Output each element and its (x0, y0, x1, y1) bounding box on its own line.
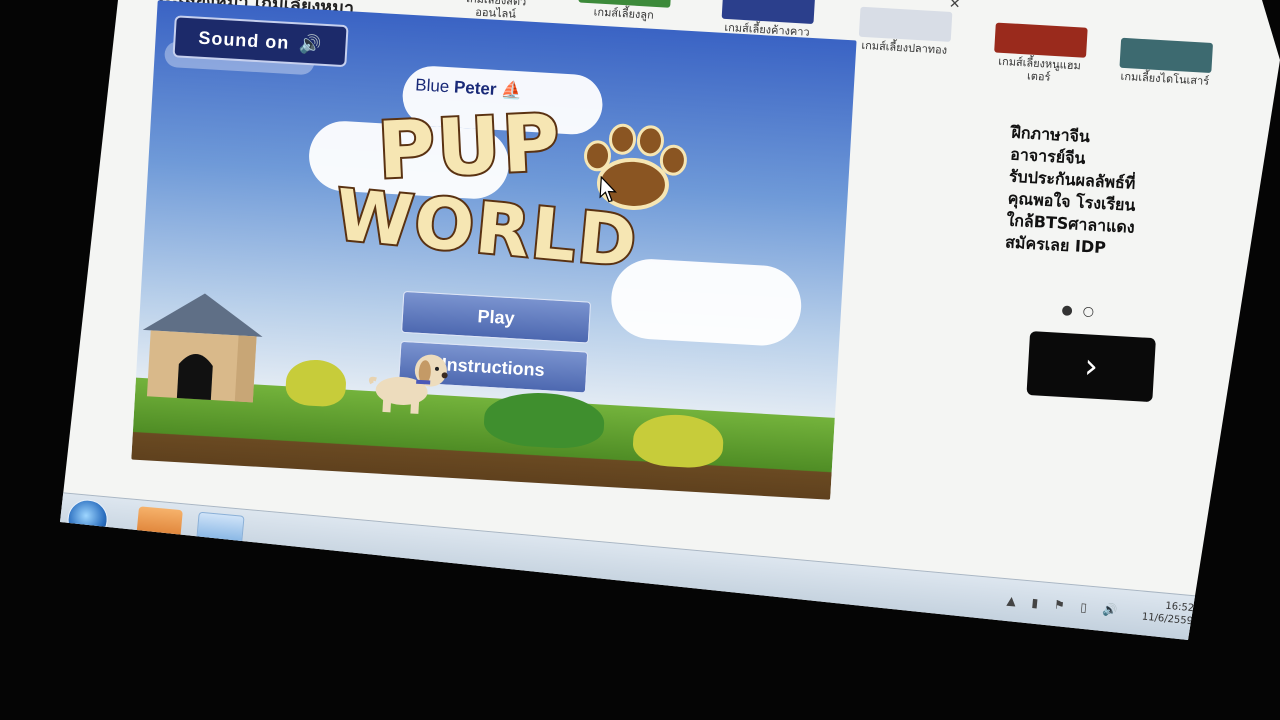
ship-icon: ⛵ (500, 80, 523, 101)
speaker-icon: 🔊 (298, 32, 324, 55)
system-clock[interactable]: 16:52 11/6/2559 (1141, 598, 1194, 629)
sidebar-ad[interactable]: ฝึกภาษาจีน อาจารย์จีน รับประกันผลลัพธ์ที… (1005, 122, 1202, 265)
carousel-dots[interactable]: ●○ (1061, 303, 1104, 320)
pup-world-game[interactable]: Sound on 🔊 Blue Peter ⛵ PUP WORLD Play I… (131, 0, 857, 500)
thumb-raise-dinosaur[interactable]: เกมเลี้ยงไดโนเสาร์ (1117, 37, 1215, 88)
thumb-image (994, 22, 1088, 58)
system-tray-icons[interactable]: ▲ ▮ ⚑ ▯ 🔊 (1006, 593, 1124, 618)
thumb-raise-child[interactable]: เกมส์เลี้ยงลูก (575, 0, 673, 23)
thumb-image (1119, 37, 1214, 74)
play-button[interactable]: Play (401, 290, 592, 344)
thumb-raise-goldfish[interactable]: เกมส์เลี้ยงปลาทอง (856, 6, 954, 57)
bush (284, 358, 348, 408)
thumb-raise-hamster[interactable]: เกมส์เลี้ยงหนูแฮมเตอร์ (991, 22, 1090, 85)
monitor-screen: ...เลี้ยงหมา เกมเลี้ยงหมา ✕ เกมเลี้ยงสัต… (60, 0, 1280, 640)
chevron-right-icon: › (1083, 346, 1100, 387)
cloud (609, 256, 804, 348)
media-player-icon[interactable] (135, 506, 183, 545)
internet-explorer-icon[interactable] (195, 511, 245, 552)
paw-icon (584, 123, 687, 210)
thumb-image (858, 6, 953, 42)
thumb-label: เกมส์เลี้ยงปลาทอง (861, 38, 948, 57)
sound-label: Sound on (197, 27, 290, 53)
thumb-label: เกมส์เลี้ยงลูก (593, 5, 655, 22)
carousel-next-button[interactable]: › (1026, 331, 1156, 403)
mouse-cursor-icon (599, 176, 617, 203)
puppy-icon (368, 354, 448, 414)
start-button[interactable] (65, 497, 110, 542)
dog-kennel-icon (142, 293, 263, 403)
thumb-image (721, 0, 816, 25)
thumb-label: เกมส์เลี้ยงหนูแฮมเตอร์ (997, 54, 1082, 84)
thumb-label: เกมเลี้ยงไดโนเสาร์ (1120, 69, 1210, 88)
